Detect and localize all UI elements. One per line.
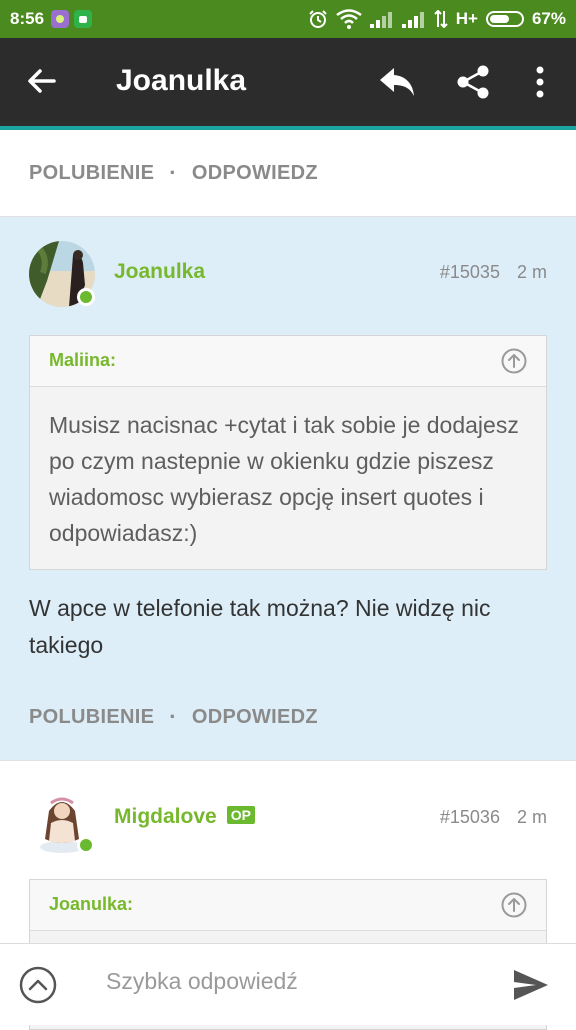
author-name: Joanulka — [114, 260, 206, 283]
wifi-icon — [336, 9, 362, 29]
post-number[interactable]: #15035 — [440, 262, 500, 282]
op-badge: OP — [226, 806, 255, 824]
reply-icon[interactable] — [378, 66, 416, 98]
reply-button[interactable]: ODPOWIEDZ — [192, 162, 318, 185]
battery-icon — [485, 11, 524, 27]
post-time: 2 m — [516, 262, 547, 282]
signal-icon — [369, 12, 392, 28]
post-meta: #15035 2 m — [440, 262, 547, 283]
online-status-dot — [77, 288, 95, 306]
post-author[interactable]: Migdalove OP — [114, 805, 255, 829]
post-header: Migdalove OP #15036 2 m — [0, 761, 576, 879]
back-arrow-icon[interactable] — [26, 65, 58, 97]
page-title: Joanulka — [116, 64, 247, 97]
thread-content: POLUBIENIE · ODPOWIEDZ Joanulka #15035 2… — [0, 130, 576, 1030]
post-meta: #15036 2 m — [440, 807, 547, 828]
avatar[interactable] — [29, 789, 95, 855]
post-actions: POLUBIENIE · ODPOWIEDZ — [0, 674, 576, 760]
arrow-up-circle-icon[interactable] — [501, 348, 527, 374]
signal-icon — [401, 12, 424, 28]
actions-separator: · — [169, 704, 177, 729]
online-status-dot — [77, 836, 95, 854]
quote-header: Maliina: — [30, 336, 546, 387]
avatar[interactable] — [29, 241, 95, 307]
post-number[interactable]: #15036 — [440, 807, 500, 827]
post-text: W apce w telefonie tak można? Nie widzę … — [29, 595, 491, 658]
alarm-icon — [309, 10, 327, 28]
status-icons: H+ 67% — [308, 0, 566, 38]
send-icon[interactable] — [512, 968, 550, 1002]
post-header: Joanulka #15035 2 m — [0, 217, 576, 335]
like-button[interactable]: POLUBIENIE — [29, 162, 154, 185]
status-bar: 8:56 H+ 67% — [0, 0, 576, 38]
quote-text: Musisz nacisnac +cytat i tak sobie je do… — [49, 412, 519, 546]
like-button[interactable]: POLUBIENIE — [29, 706, 154, 729]
data-transfer-icon — [434, 10, 448, 28]
arrow-up-circle-icon[interactable] — [501, 892, 527, 918]
quote-block: Maliina: Musisz nacisnac +cytat i tak so… — [29, 335, 547, 570]
author-name: Migdalove — [114, 805, 217, 828]
app-notification-icon — [51, 10, 70, 28]
reply-button[interactable]: ODPOWIEDZ — [192, 706, 318, 729]
post-time: 2 m — [516, 807, 547, 827]
quote-author: Joanulka: — [49, 894, 134, 914]
quote-author: Maliina: — [49, 350, 117, 370]
app-notification-icon — [74, 10, 93, 28]
share-icon[interactable] — [456, 64, 490, 100]
quick-reply-bar — [0, 943, 576, 1025]
battery-percent: 67% — [531, 9, 566, 28]
status-time: 8:56 — [10, 9, 45, 28]
more-vert-icon[interactable] — [530, 64, 550, 100]
post-author[interactable]: Joanulka — [114, 260, 205, 284]
post: Joanulka #15035 2 m Maliina: Musisz naci… — [0, 216, 576, 760]
quick-reply-input[interactable] — [106, 968, 486, 995]
post-actions: POLUBIENIE · ODPOWIEDZ — [0, 130, 576, 216]
chevron-up-circle-icon[interactable] — [19, 966, 57, 1004]
network-type: H+ — [455, 9, 478, 28]
app-bar: Joanulka — [0, 38, 576, 130]
quote-header: Joanulka: — [30, 880, 546, 931]
actions-separator: · — [169, 160, 177, 185]
